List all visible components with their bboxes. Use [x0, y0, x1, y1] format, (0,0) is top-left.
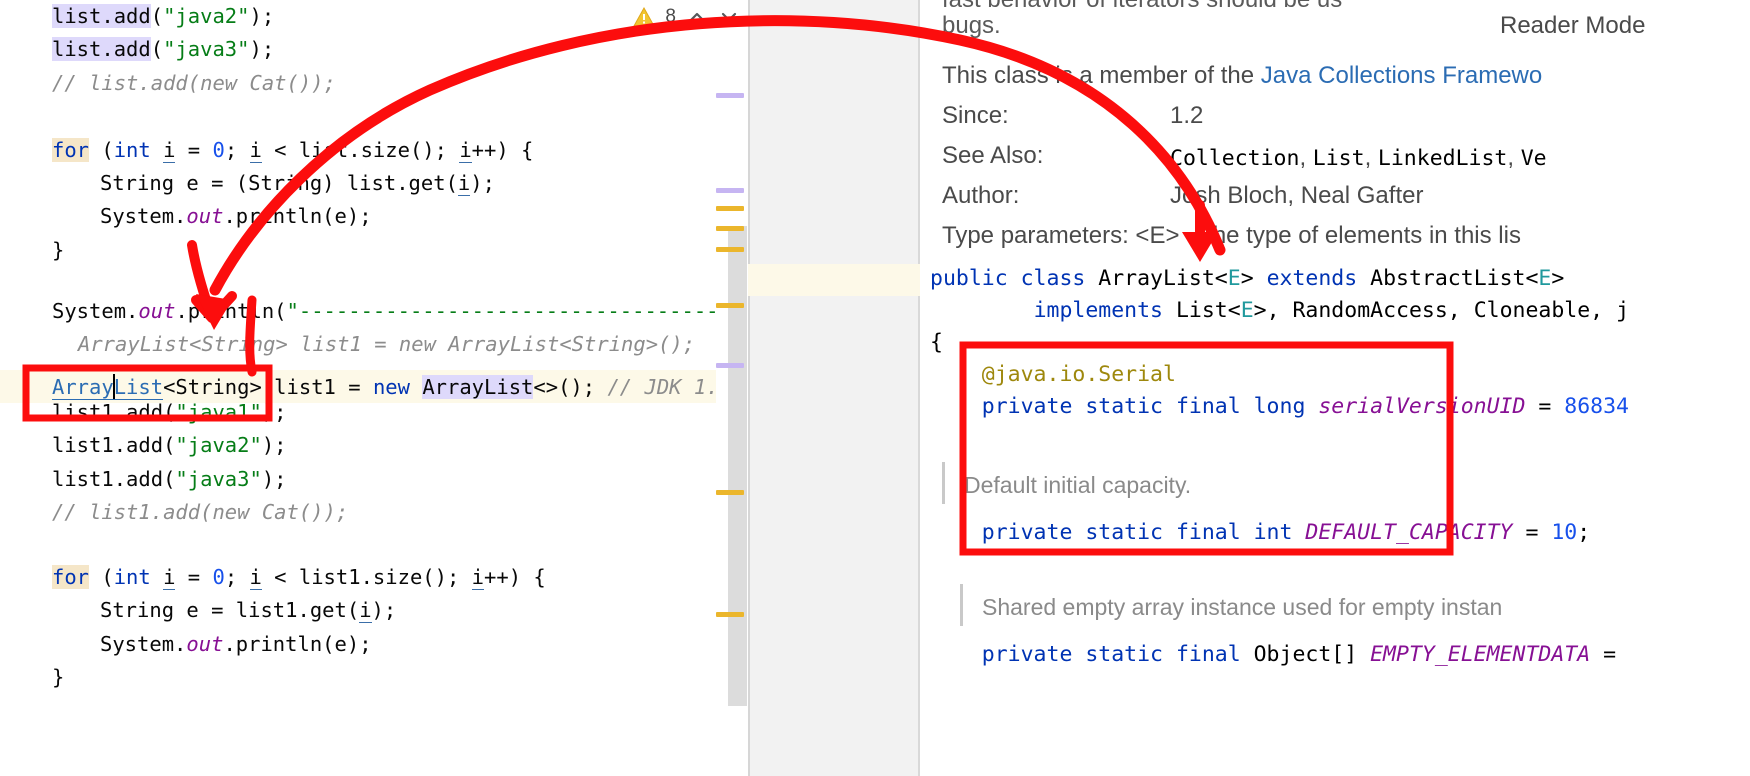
doc-field-label-since: Since:: [942, 102, 1009, 129]
source-line-110[interactable]: implements List<E>, RandomAccess, Clonea…: [930, 298, 1629, 323]
doc-member-prefix: This class is a member of the: [942, 62, 1261, 89]
code-line[interactable]: [0, 530, 748, 563]
code-line[interactable]: list.add("java3");: [0, 33, 748, 66]
doc-field-label-author: Author:: [942, 182, 1020, 209]
chevron-down-icon[interactable]: [718, 8, 740, 26]
source-line-118[interactable]: private static final int DEFAULT_CAPACIT…: [930, 520, 1590, 545]
code-line[interactable]: System.out.println("--------------------…: [0, 295, 748, 328]
java-code-editor[interactable]: list.add("java2"); list.add("java3"); //…: [0, 0, 748, 776]
ide-screenshot-root: list.add("java2"); list.add("java3"); //…: [0, 0, 1750, 776]
code-line[interactable]: for (int i = 0; i < list1.size(); i++) {: [0, 561, 748, 594]
code-line[interactable]: list1.add("java3");: [0, 463, 748, 496]
javadoc-comment-default-capacity: Default initial capacity.: [964, 472, 1192, 498]
doc-type-parameters-label: Type parameters:: [942, 222, 1129, 249]
warning-triangle-icon: [633, 7, 656, 27]
reader-mode-label[interactable]: Reader Mode: [1500, 12, 1645, 40]
source-line-113[interactable]: private static final long serialVersionU…: [930, 394, 1629, 419]
javadoc-comment-shared-empty: Shared empty array instance used for emp…: [982, 594, 1503, 620]
collections-framework-link[interactable]: Java Collections Framewo: [1261, 62, 1542, 89]
code-line[interactable]: String e = (String) list.get(i);: [0, 167, 748, 200]
source-line-112[interactable]: @java.io.Serial: [930, 362, 1176, 387]
editor-scrollbar-thumb[interactable]: [728, 226, 747, 706]
doc-clipped-line: fast behavior of iterators should be us: [942, 0, 1342, 14]
code-line[interactable]: list1.add("java2");: [0, 429, 748, 462]
code-line[interactable]: }: [0, 661, 748, 694]
code-line[interactable]: }: [0, 234, 748, 267]
see-also-link-list[interactable]: List: [1313, 146, 1365, 171]
chevron-up-icon[interactable]: [686, 8, 708, 26]
doc-type-parameters: Type parameters: <E> – the type of eleme…: [942, 222, 1521, 250]
doc-field-label-see-also: See Also:: [942, 142, 1044, 169]
marker-stripe[interactable]: [716, 188, 744, 193]
doc-member-sentence: This class is a member of the Java Colle…: [942, 62, 1542, 90]
marker-stripe[interactable]: [716, 93, 744, 98]
editor-code-area[interactable]: list.add("java2"); list.add("java3"); //…: [0, 0, 748, 776]
code-line-ghost[interactable]: ArrayList<String> list1 = new ArrayList<…: [0, 328, 748, 361]
see-also-link-linkedlist[interactable]: LinkedList: [1378, 146, 1507, 171]
code-line[interactable]: [0, 100, 748, 133]
editor-marker-strip[interactable]: [716, 0, 748, 776]
javadoc-left-bar: [960, 584, 963, 626]
source-line-109[interactable]: public class ArrayList<E> extends Abstra…: [930, 266, 1564, 291]
marker-stripe[interactable]: [716, 363, 744, 368]
marker-stripe[interactable]: [716, 303, 744, 308]
code-line[interactable]: // list1.add(new Cat());: [0, 496, 748, 529]
doc-body[interactable]: fast behavior of iterators should be us …: [920, 0, 1750, 776]
marker-stripe[interactable]: [716, 206, 744, 211]
doc-field-value-author: Josh Bloch, Neal Gafter: [1170, 182, 1424, 209]
inspection-widget[interactable]: 8: [633, 6, 740, 28]
doc-type-parameters-value: <E> – the type of elements in this lis: [1135, 222, 1521, 249]
code-line[interactable]: // list.add(new Cat());: [0, 67, 748, 100]
code-line[interactable]: System.out.println(e);: [0, 200, 748, 233]
doc-clipped-line-tail: bugs.: [942, 12, 1001, 39]
code-line[interactable]: System.out.println(e);: [0, 628, 748, 661]
javadoc-left-bar: [942, 462, 945, 504]
marker-stripe[interactable]: [716, 247, 744, 252]
marker-stripe[interactable]: [716, 490, 744, 495]
code-line[interactable]: for (int i = 0; i < list.size(); i++) {: [0, 134, 748, 167]
see-also-link-vector[interactable]: Ve: [1521, 146, 1547, 171]
marker-stripe[interactable]: [716, 226, 744, 231]
warning-count: 8: [665, 6, 676, 27]
doc-gutter: [750, 0, 916, 776]
source-line-123[interactable]: private static final Object[] EMPTY_ELEM…: [930, 642, 1616, 667]
marker-stripe[interactable]: [716, 612, 744, 617]
code-line[interactable]: String e = list1.get(i);: [0, 594, 748, 627]
source-line-111[interactable]: {: [930, 330, 943, 355]
doc-field-value-since: 1.2: [1170, 102, 1204, 129]
see-also-link-collection[interactable]: Collection: [1170, 146, 1299, 171]
doc-field-value-see-also: Collection, List, LinkedList, Ve: [1170, 144, 1547, 171]
code-line[interactable]: list1.add("java1");: [0, 396, 748, 429]
javadoc-quick-documentation[interactable]: 109 110 111 112 113 114 118 119 123 124 …: [748, 0, 1750, 776]
